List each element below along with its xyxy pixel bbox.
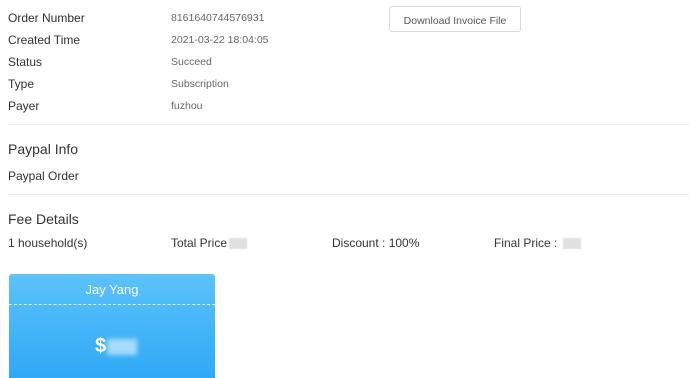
- card-currency-symbol: $: [95, 335, 107, 357]
- created-time-label: Created Time: [8, 33, 81, 47]
- total-price: Total Price: [171, 236, 248, 250]
- final-price: Final Price :: [494, 236, 582, 250]
- households-count: 1 household(s): [8, 236, 88, 250]
- paypal-order-label: Paypal Order: [8, 169, 79, 183]
- card-price-redacted: [107, 338, 138, 355]
- total-price-redacted: [229, 238, 248, 250]
- status-label: Status: [8, 55, 43, 69]
- divider: [8, 194, 689, 195]
- final-price-label: Final Price :: [494, 236, 558, 250]
- status-value: Succeed: [171, 56, 212, 68]
- member-price-card: Jay Yang $: [9, 274, 215, 378]
- payer-value: fuzhou: [171, 100, 203, 112]
- paypal-info-title: Paypal Info: [8, 141, 79, 157]
- created-time-value: 2021-03-22 18:04:05: [171, 34, 269, 46]
- card-member-name: Jay Yang: [85, 282, 139, 297]
- fee-details-title: Fee Details: [8, 211, 79, 227]
- download-invoice-button[interactable]: Download Invoice File: [389, 6, 521, 32]
- final-price-redacted: [563, 238, 582, 250]
- discount: Discount : 100%: [332, 236, 420, 250]
- type-label: Type: [8, 77, 35, 91]
- card-price: $: [95, 335, 138, 358]
- divider: [8, 124, 689, 125]
- order-detail-page: Order Number 8161640744576931 Created Ti…: [0, 0, 689, 378]
- card-dashed-divider: [9, 304, 215, 305]
- type-value: Subscription: [171, 78, 229, 90]
- payer-label: Payer: [8, 99, 40, 113]
- total-price-label: Total Price: [171, 236, 228, 250]
- order-number-label: Order Number: [8, 11, 85, 25]
- order-number-value: 8161640744576931: [171, 12, 265, 24]
